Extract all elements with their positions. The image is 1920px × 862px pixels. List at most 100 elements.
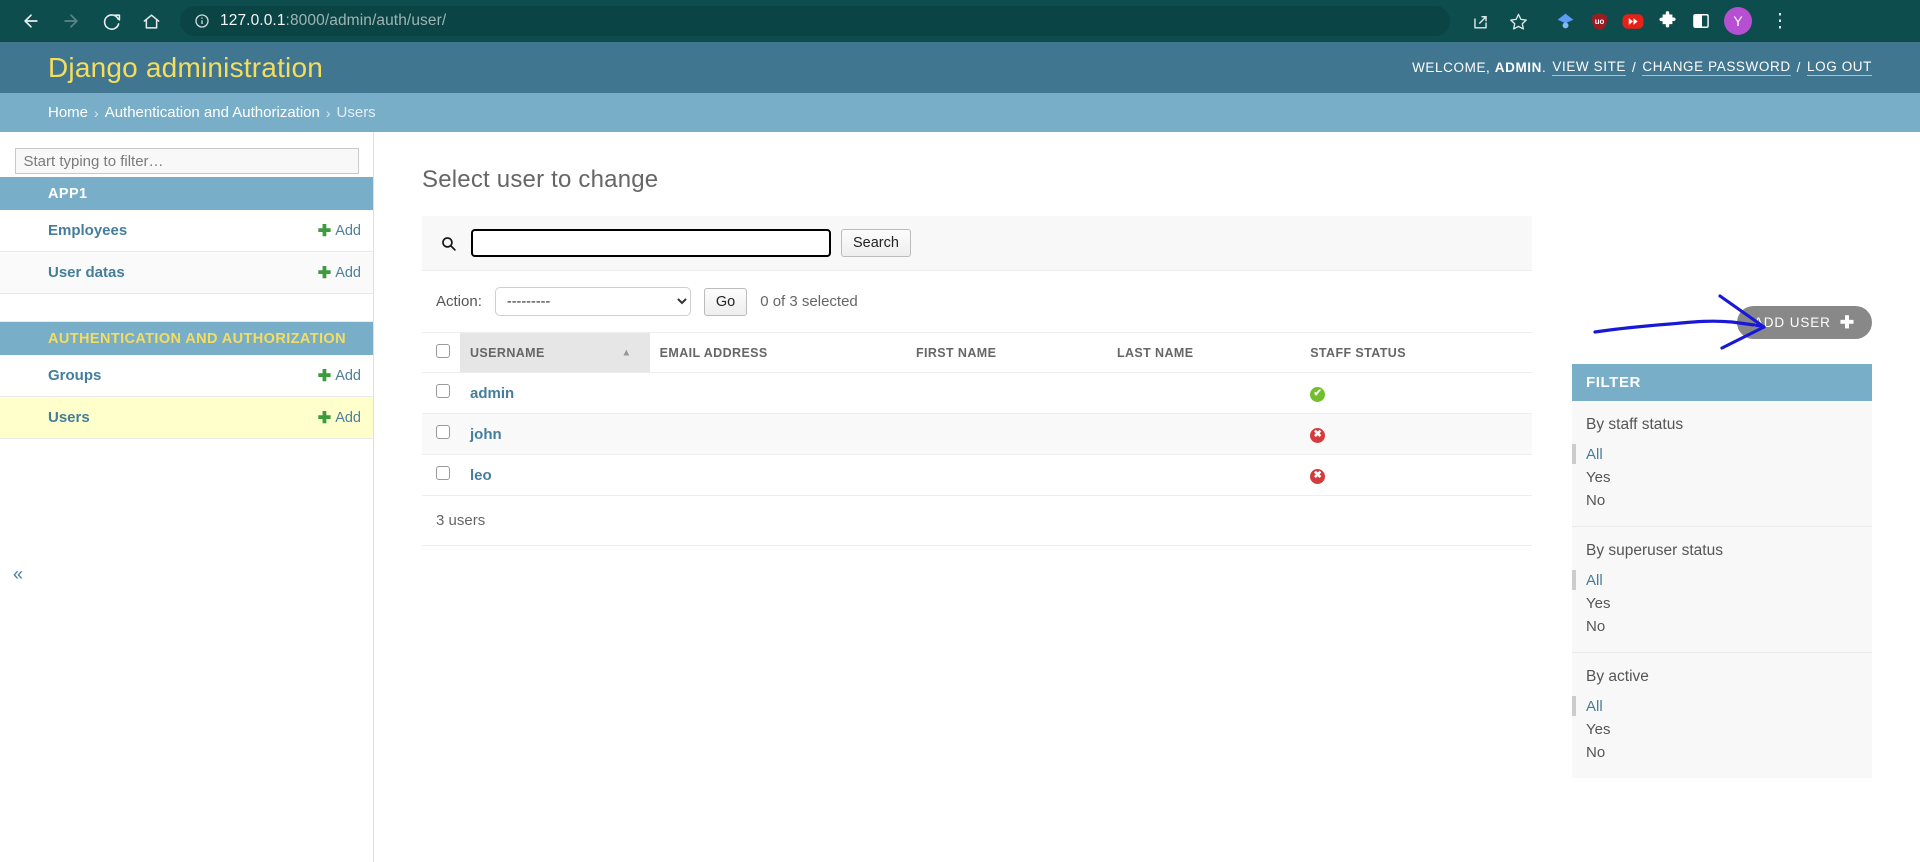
results-table-body: admin ✔ john ✖ leo ✖ xyxy=(422,372,1532,496)
sidebar-item-users-label[interactable]: Users xyxy=(48,409,90,426)
filter-choice-superuser-yes-label[interactable]: Yes xyxy=(1586,595,1610,612)
sidebar-item-groups-label[interactable]: Groups xyxy=(48,367,101,384)
video-speed-icon[interactable] xyxy=(1622,10,1644,32)
sidebar-filter-input[interactable] xyxy=(14,148,359,174)
sidebar-app-gap xyxy=(0,294,373,322)
filter-choice-staff-no[interactable]: No xyxy=(1572,489,1872,512)
search-input[interactable] xyxy=(471,229,831,257)
change-password-link[interactable]: CHANGE PASSWORD xyxy=(1642,59,1791,76)
address-bar[interactable]: 127.0.0.1:8000/admin/auth/user/ xyxy=(180,6,1450,36)
filter-choice-active-no-label[interactable]: No xyxy=(1586,744,1605,761)
sidebar-item-user-datas-label[interactable]: User datas xyxy=(48,264,125,281)
view-site-link[interactable]: VIEW SITE xyxy=(1552,59,1627,76)
filter-choice-staff-all-label[interactable]: All xyxy=(1586,446,1603,463)
column-header-staff-status[interactable]: STAFF STATUS xyxy=(1300,332,1532,373)
plus-icon: ✚ xyxy=(317,409,332,427)
sidebar-item-users[interactable]: Users ✚ Add xyxy=(0,397,373,439)
user-link-leo[interactable]: leo xyxy=(470,467,492,484)
cell-username: admin xyxy=(460,372,650,414)
filter-choice-superuser-all-label[interactable]: All xyxy=(1586,572,1603,589)
breadcrumb-app[interactable]: Authentication and Authorization xyxy=(105,104,320,121)
select-all-checkbox[interactable] xyxy=(436,344,450,358)
log-out-link[interactable]: LOG OUT xyxy=(1807,59,1872,76)
shield-adblock-icon[interactable]: uo xyxy=(1588,10,1610,32)
sidepanel-icon[interactable] xyxy=(1690,10,1712,32)
filter-choice-superuser-no[interactable]: No xyxy=(1572,615,1872,638)
select-all-header[interactable] xyxy=(422,332,460,373)
share-icon[interactable] xyxy=(1464,5,1496,37)
sidebar-item-employees-label[interactable]: Employees xyxy=(48,222,127,239)
info-circle-icon[interactable] xyxy=(194,13,210,29)
sidebar-item-user-datas[interactable]: User datas ✚ Add xyxy=(0,252,373,294)
filter-choice-active-no[interactable]: No xyxy=(1572,741,1872,764)
staff-status-no-icon: ✖ xyxy=(1310,427,1326,443)
svg-text:uo: uo xyxy=(1594,17,1604,26)
breadcrumb-home[interactable]: Home xyxy=(48,104,88,121)
object-tools: ADD USER ✚ xyxy=(1736,306,1872,339)
forward-arrow-icon[interactable] xyxy=(54,4,88,38)
filter-group-superuser-status: By superuser status All Yes No xyxy=(1572,527,1872,653)
sidebar-add-user-datas-label: Add xyxy=(335,264,361,281)
column-header-username[interactable]: USERNAME ▲ xyxy=(460,332,650,373)
app-caption-auth[interactable]: AUTHENTICATION AND AUTHORIZATION xyxy=(0,322,373,355)
filter-choice-active-yes[interactable]: Yes xyxy=(1572,718,1872,741)
row-checkbox[interactable] xyxy=(436,384,450,398)
cell-first-name xyxy=(905,454,1107,496)
filter-choice-staff-all[interactable]: All xyxy=(1572,443,1872,466)
filter-choice-active-yes-label[interactable]: Yes xyxy=(1586,721,1610,738)
cell-email xyxy=(649,413,906,455)
puzzle-extensions-icon[interactable] xyxy=(1656,10,1678,32)
filter-choice-staff-yes-label[interactable]: Yes xyxy=(1586,469,1610,486)
back-arrow-icon[interactable] xyxy=(14,4,48,38)
row-checkbox[interactable] xyxy=(436,425,450,439)
sidebar-add-employees[interactable]: ✚ Add xyxy=(318,221,361,241)
sidebar-collapse-chevron-icon[interactable]: « xyxy=(8,564,28,584)
user-tools-separator-1: / xyxy=(1632,60,1637,75)
kebab-menu-icon[interactable]: ⋮ xyxy=(1764,5,1796,37)
search-submit-button[interactable]: Search xyxy=(841,229,911,257)
sidebar-add-user-datas[interactable]: ✚ Add xyxy=(318,263,361,283)
row-select-cell[interactable] xyxy=(422,413,460,455)
cell-first-name xyxy=(905,413,1107,455)
reload-icon[interactable] xyxy=(94,4,128,38)
column-header-first-name[interactable]: FIRST NAME xyxy=(905,332,1107,373)
cell-username: leo xyxy=(460,454,650,496)
column-header-email[interactable]: EMAIL ADDRESS xyxy=(649,332,906,373)
sidebar-add-users[interactable]: ✚ Add xyxy=(318,408,361,428)
profile-avatar[interactable]: Y xyxy=(1724,7,1752,35)
user-link-john[interactable]: john xyxy=(470,426,502,443)
sort-ascending-icon[interactable]: ▲ xyxy=(621,347,631,358)
filter-choice-staff-yes[interactable]: Yes xyxy=(1572,466,1872,489)
welcome-prefix: WELCOME, xyxy=(1412,60,1491,75)
action-select[interactable]: --------- xyxy=(494,287,691,316)
action-go-button[interactable]: Go xyxy=(703,287,748,316)
row-select-cell[interactable] xyxy=(422,372,460,414)
cell-staff-status: ✖ xyxy=(1300,413,1532,455)
sidebar-item-employees[interactable]: Employees ✚ Add xyxy=(0,210,373,252)
search-icon[interactable] xyxy=(436,235,461,252)
filter-choice-active-all-label[interactable]: All xyxy=(1586,698,1603,715)
page-body: APP1 Employees ✚Add User datas ✚Add AUTH… xyxy=(0,132,1920,862)
welcome-suffix: . xyxy=(1542,60,1547,75)
home-icon[interactable] xyxy=(134,4,168,38)
cell-email xyxy=(649,454,906,496)
user-link-admin[interactable]: admin xyxy=(470,385,514,402)
filter-choice-staff-no-label[interactable]: No xyxy=(1586,492,1605,509)
filter-choice-active-all[interactable]: All xyxy=(1572,695,1872,718)
bookmark-star-icon[interactable] xyxy=(1502,5,1534,37)
row-checkbox[interactable] xyxy=(436,466,450,480)
extensions-group: uo Y ⋮ xyxy=(1554,5,1796,37)
column-header-last-name[interactable]: LAST NAME xyxy=(1106,332,1301,373)
sidebar-item-groups[interactable]: Groups ✚ Add xyxy=(0,355,373,397)
row-select-cell[interactable] xyxy=(422,454,460,496)
filter-choice-superuser-yes[interactable]: Yes xyxy=(1572,592,1872,615)
sidebar-add-groups[interactable]: ✚ Add xyxy=(318,366,361,386)
app-caption-app1[interactable]: APP1 xyxy=(0,177,373,210)
add-user-button[interactable]: ADD USER ✚ xyxy=(1736,306,1872,339)
plus-icon: ✚ xyxy=(317,264,332,282)
cell-email xyxy=(649,372,906,414)
action-selection-counter: 0 of 3 selected xyxy=(760,293,858,310)
filter-choice-superuser-all[interactable]: All xyxy=(1572,569,1872,592)
filter-choice-superuser-no-label[interactable]: No xyxy=(1586,618,1605,635)
diamond-extension-icon[interactable] xyxy=(1554,10,1576,32)
